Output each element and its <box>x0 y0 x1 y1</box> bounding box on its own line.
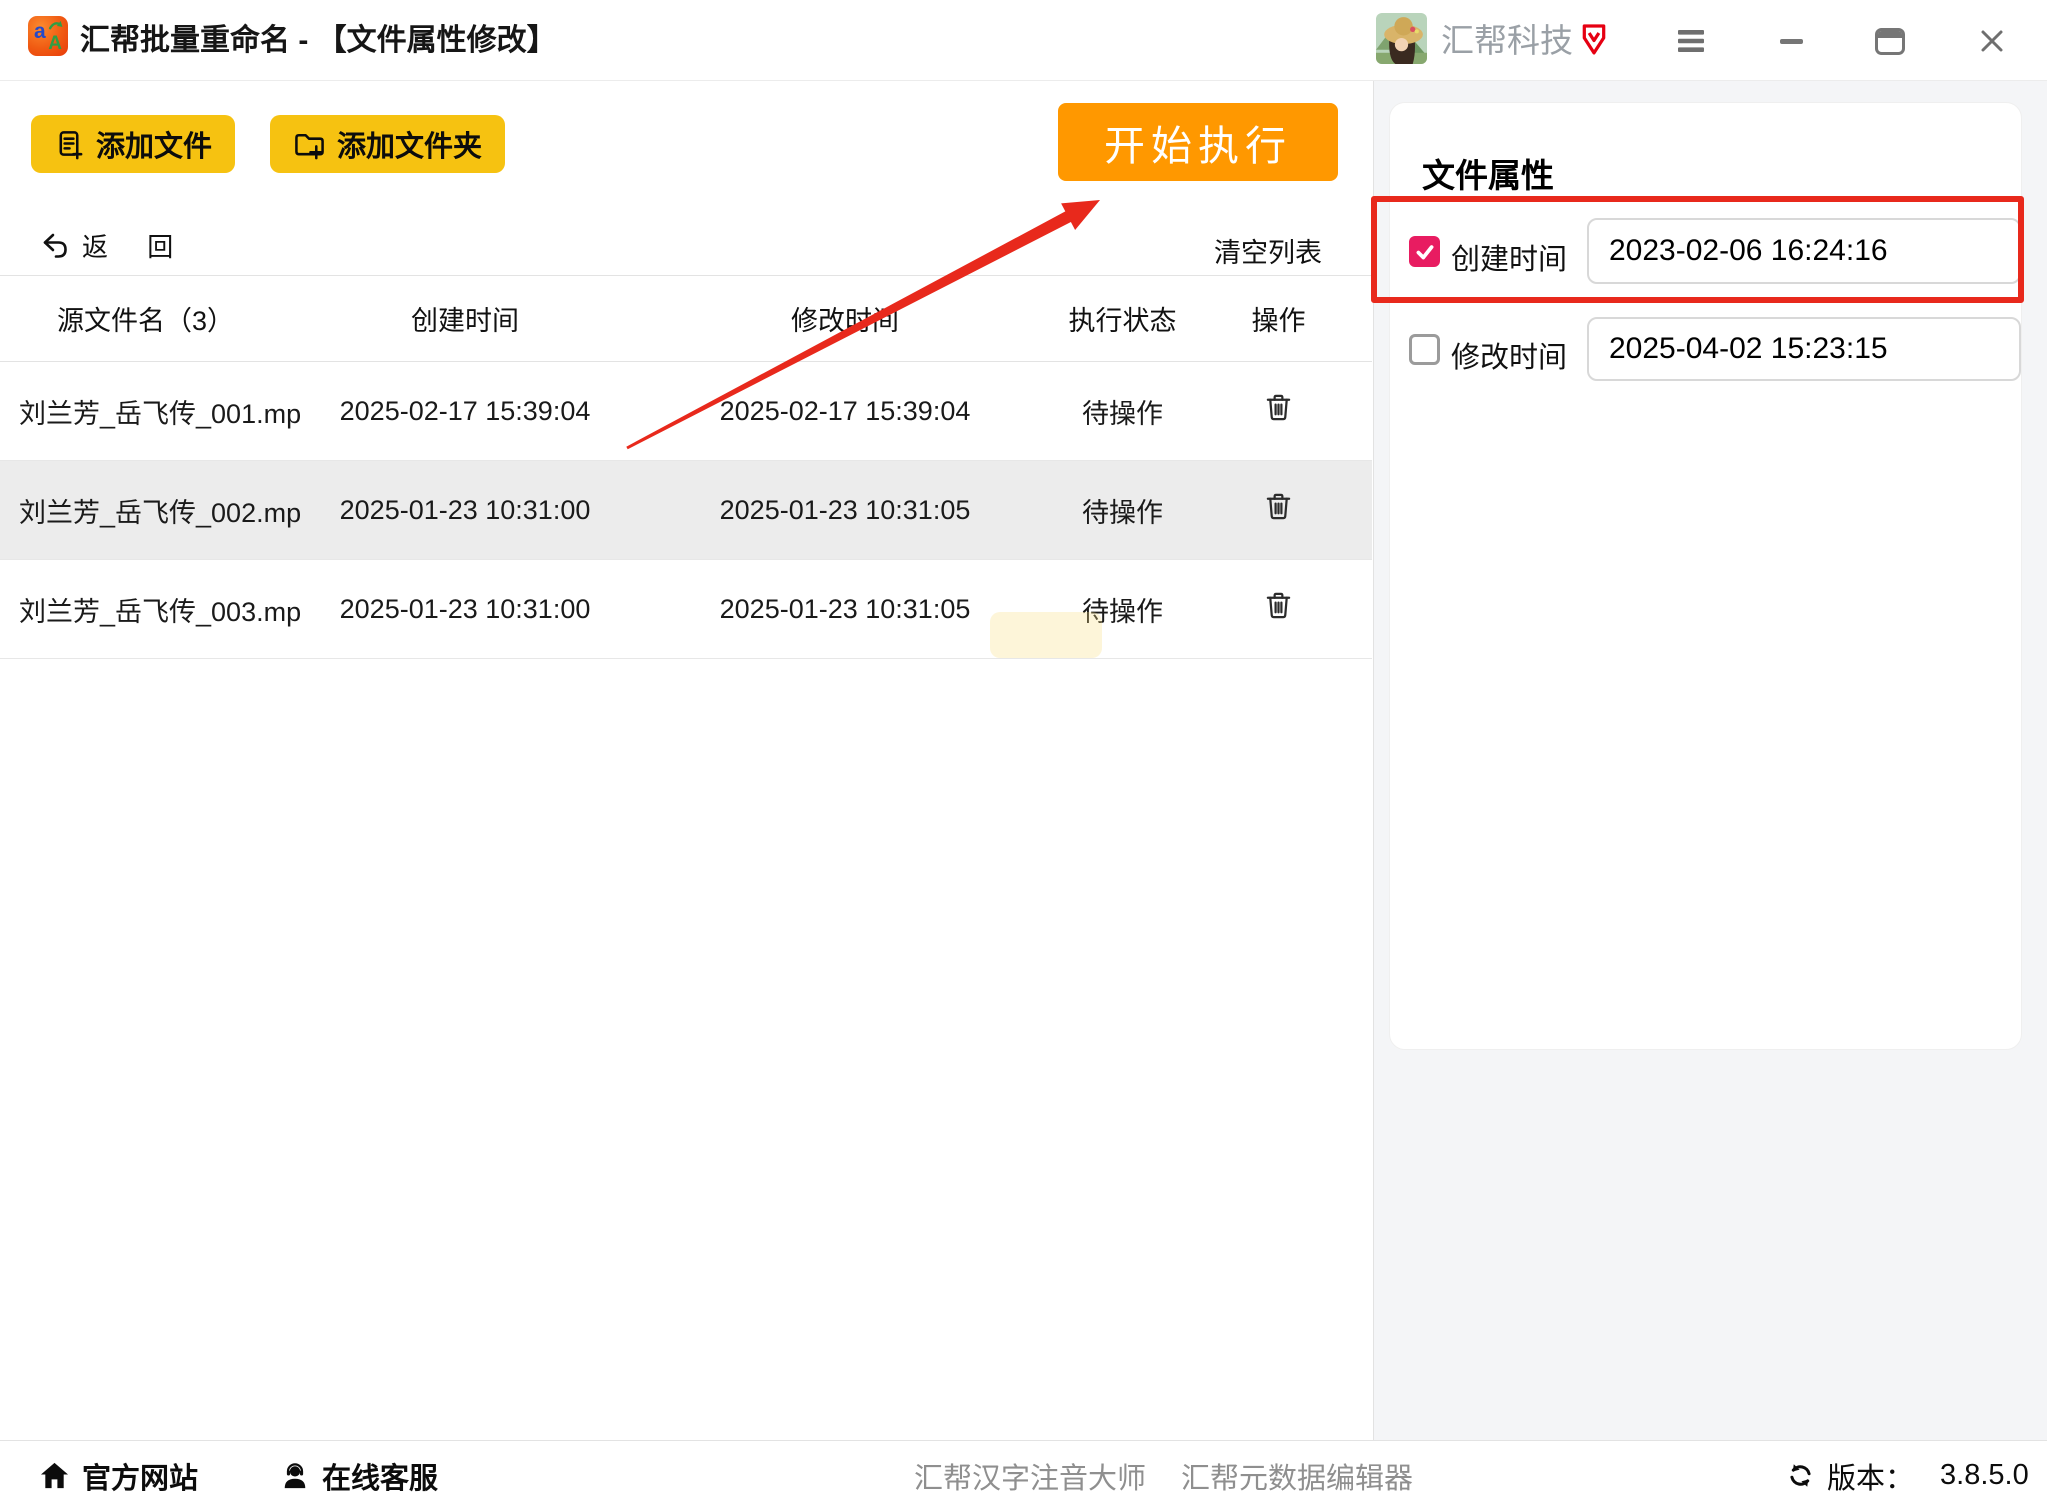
footer: 官方网站 在线客服 汇帮汉字注音大师 汇帮元数据编辑器 版本： 3.8.5.0 <box>0 1440 2047 1509</box>
close-button[interactable] <box>1974 27 2010 55</box>
app-logo-icon: a A <box>28 16 68 56</box>
clear-list-button[interactable]: 清空列表 <box>1214 231 1322 270</box>
table-row[interactable]: 刘兰芳_岳飞传_003.mp3 2025-01-23 10:31:00 2025… <box>0 560 1372 659</box>
version-info: 版本： 3.8.5.0 <box>1786 1441 2029 1509</box>
header-status: 执行状态 <box>1060 299 1185 338</box>
app-window: a A 汇帮批量重命名 - 【文件属性修改】 汇帮科技 <box>0 0 2047 1509</box>
back-label: 返 回 <box>82 227 189 264</box>
created-time-input[interactable] <box>1587 218 2021 284</box>
hamburger-icon <box>1678 30 1704 52</box>
cell-created: 2025-01-23 10:31:00 <box>300 594 630 625</box>
header-source-name: 源文件名（3） <box>0 299 300 338</box>
rename-arrow-icon <box>48 20 65 31</box>
trash-icon <box>1264 491 1293 522</box>
modified-time-checkbox[interactable] <box>1409 334 1440 365</box>
delete-row-button[interactable] <box>1185 491 1372 522</box>
header-modified: 修改时间 <box>630 299 1060 338</box>
document-plus-icon <box>54 129 85 160</box>
attributes-card: 文件属性 创建时间 修改时间 <box>1389 102 2022 1050</box>
cell-filename: 刘兰芳_岳飞传_002.mp3 <box>0 491 300 530</box>
online-support-label: 在线客服 <box>322 1455 438 1497</box>
trash-icon <box>1264 590 1293 621</box>
add-file-button[interactable]: 添加文件 <box>31 115 235 173</box>
file-list-pane: 添加文件 添加文件夹 开始执行 返 回 清空列表 源文件名（3） 创建时间 修改… <box>0 81 1372 1440</box>
maximize-icon <box>1875 28 1905 55</box>
delete-row-button[interactable] <box>1185 590 1372 621</box>
created-time-checkbox[interactable] <box>1409 236 1440 267</box>
add-folder-button[interactable]: 添加文件夹 <box>270 115 505 173</box>
modified-time-input[interactable] <box>1587 317 2021 381</box>
version-number: 3.8.5.0 <box>1940 1459 2029 1492</box>
online-support-link[interactable]: 在线客服 <box>280 1441 438 1509</box>
header-created: 创建时间 <box>300 299 630 338</box>
cell-created: 2025-02-17 15:39:04 <box>300 396 630 427</box>
titlebar: a A 汇帮批量重命名 - 【文件属性修改】 汇帮科技 <box>0 0 2047 81</box>
cell-filename: 刘兰芳_岳飞传_001.mp3 <box>0 392 300 431</box>
panel-title: 文件属性 <box>1422 149 1554 197</box>
start-execute-button[interactable]: 开始执行 <box>1058 103 1338 181</box>
minimize-icon <box>1780 39 1803 44</box>
maximize-button[interactable] <box>1870 26 1910 56</box>
header-action: 操作 <box>1185 299 1372 338</box>
back-arrow-icon <box>40 232 70 260</box>
metadata-editor-link[interactable]: 汇帮元数据编辑器 <box>1181 1441 1413 1509</box>
official-site-link[interactable]: 官方网站 <box>39 1441 198 1509</box>
cell-modified: 2025-01-23 10:31:05 <box>630 495 1060 526</box>
avatar[interactable] <box>1376 13 1427 64</box>
refresh-icon[interactable] <box>1786 1462 1815 1489</box>
table-row[interactable]: 刘兰芳_岳飞传_002.mp3 2025-01-23 10:31:00 2025… <box>0 461 1372 560</box>
created-time-label: 创建时间 <box>1451 236 1567 278</box>
home-icon <box>39 1461 70 1490</box>
minimize-button[interactable] <box>1772 28 1810 54</box>
add-folder-label: 添加文件夹 <box>337 123 482 165</box>
back-button[interactable]: 返 回 <box>40 227 189 264</box>
brand-name: 汇帮科技 <box>1441 0 1573 81</box>
cell-status: 待操作 <box>1060 392 1185 431</box>
folder-plus-icon <box>293 129 326 160</box>
attributes-pane: 文件属性 创建时间 修改时间 <box>1373 81 2047 1440</box>
cell-filename: 刘兰芳_岳飞传_003.mp3 <box>0 590 300 629</box>
delete-row-button[interactable] <box>1185 392 1372 423</box>
official-site-label: 官方网站 <box>82 1455 198 1497</box>
window-title: 汇帮批量重命名 - 【文件属性修改】 <box>80 0 557 81</box>
vip-badge-icon[interactable] <box>1580 22 1608 63</box>
add-file-label: 添加文件 <box>96 123 212 165</box>
close-icon <box>1980 29 2004 53</box>
cell-status: 待操作 <box>1060 491 1185 530</box>
pinyin-master-link[interactable]: 汇帮汉字注音大师 <box>914 1441 1146 1509</box>
menu-button[interactable] <box>1672 28 1710 54</box>
watermark <box>990 612 1102 658</box>
modified-time-label: 修改时间 <box>1451 334 1567 376</box>
version-label: 版本： <box>1827 1455 1914 1497</box>
cell-created: 2025-01-23 10:31:00 <box>300 495 630 526</box>
table-header: 源文件名（3） 创建时间 修改时间 执行状态 操作 <box>0 275 1372 362</box>
headset-person-icon <box>280 1462 310 1490</box>
table-row[interactable]: 刘兰芳_岳飞传_001.mp3 2025-02-17 15:39:04 2025… <box>0 362 1372 461</box>
check-icon <box>1414 241 1436 263</box>
trash-icon <box>1264 392 1293 423</box>
cell-modified: 2025-02-17 15:39:04 <box>630 396 1060 427</box>
